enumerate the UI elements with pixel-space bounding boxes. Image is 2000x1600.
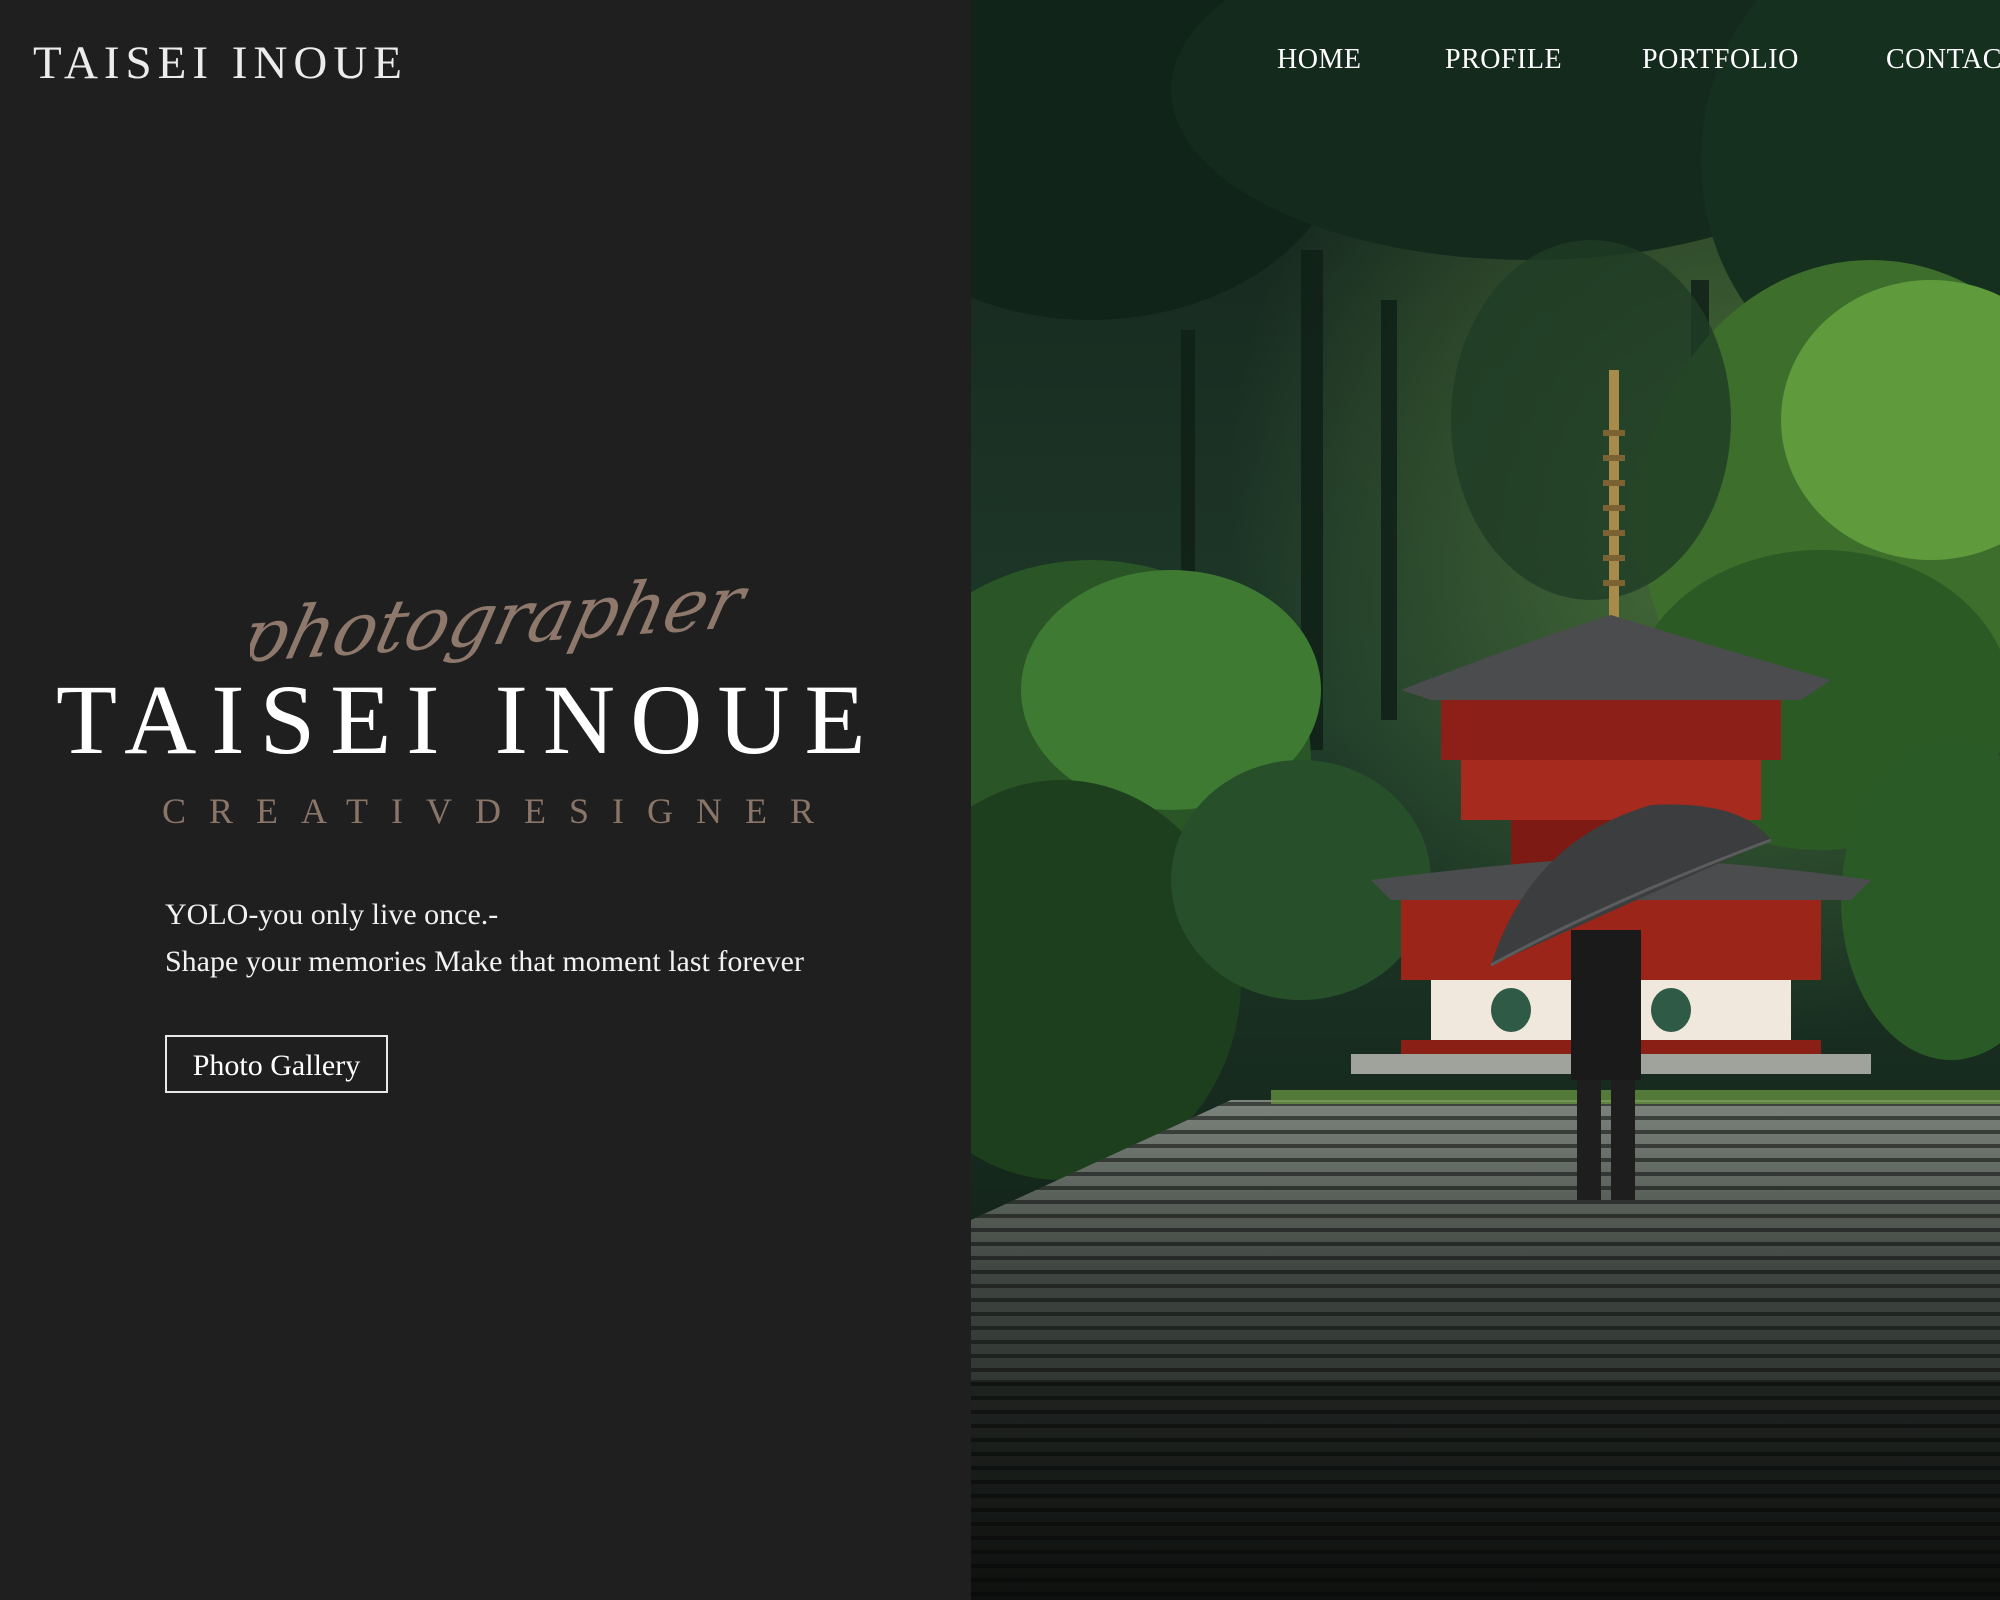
nav-home[interactable]: HOME — [1277, 44, 1361, 76]
nav-portfolio[interactable]: PORTFOLIO — [1642, 44, 1799, 76]
nav-profile[interactable]: PROFILE — [1445, 44, 1562, 76]
site-logo[interactable]: TAISEI INOUE — [33, 36, 408, 90]
tagline-line-2: Shape your memories Make that moment las… — [165, 945, 804, 978]
hero-subtitle: CREATIVDESIGNER — [162, 791, 837, 831]
photo-gallery-button[interactable]: Photo Gallery — [165, 1035, 388, 1093]
nav-contact[interactable]: CONTAC — [1886, 44, 2000, 76]
pagoda-photo-illustration — [971, 0, 2000, 1600]
page: TAISEI INOUE photographer TAISEI INOUE C… — [0, 0, 2000, 1600]
hero-photo — [971, 0, 2000, 1600]
hero-tagline: YOLO-you only live once.- Shape your mem… — [165, 891, 804, 985]
hero-title: TAISEI INOUE — [56, 664, 881, 775]
hero-left-panel: TAISEI INOUE photographer TAISEI INOUE C… — [0, 0, 971, 1600]
tagline-line-1: YOLO-you only live once.- — [165, 898, 499, 931]
